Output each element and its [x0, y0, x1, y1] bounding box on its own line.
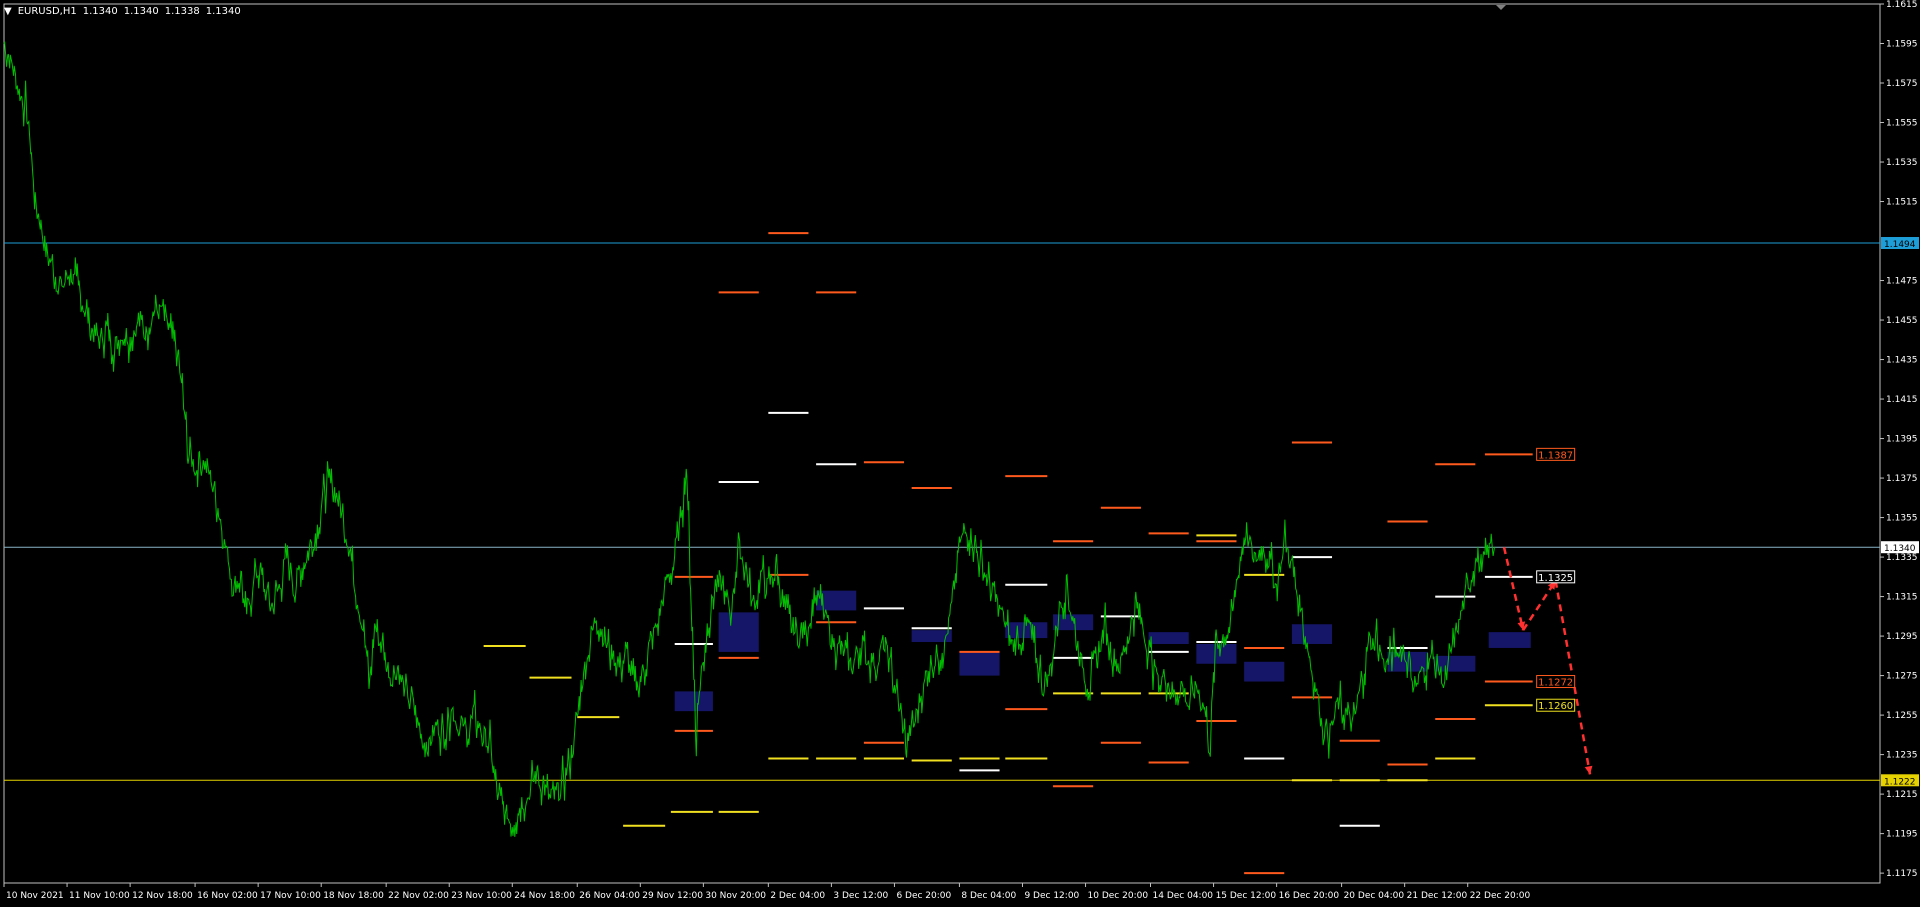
y-tick-label-10: 1.1395 — [1886, 435, 1918, 445]
zone-4 — [959, 651, 1000, 676]
resistance-price-tag-label: 1.1494 — [1884, 240, 1916, 250]
y-tick-label-16: 1.1275 — [1886, 672, 1918, 682]
plot-frame — [3, 3, 1881, 884]
level-label-1: 1.1325 — [1538, 573, 1573, 584]
dropdown-triangle-icon[interactable]: ▼ — [4, 6, 12, 17]
y-tick-label-5: 1.1515 — [1886, 198, 1918, 208]
ohlc-open: 1.1340 — [82, 6, 118, 17]
x-tick-label-8: 24 Nov 18:00 — [514, 891, 575, 901]
bid-price-tag-label: 1.1340 — [1884, 544, 1916, 554]
level-label-3: 1.1260 — [1538, 701, 1573, 712]
y-tick-label-11: 1.1375 — [1886, 474, 1918, 484]
y-tick-label-8: 1.1435 — [1886, 356, 1918, 366]
x-tick-label-19: 15 Dec 12:00 — [1216, 891, 1277, 901]
y-tick-label-7: 1.1455 — [1886, 316, 1918, 326]
y-tick-label-6: 1.1475 — [1886, 277, 1918, 287]
y-tick-label-15: 1.1295 — [1886, 632, 1918, 642]
y-tick-label-20: 1.1195 — [1886, 830, 1918, 840]
x-tick-label-12: 2 Dec 04:00 — [770, 891, 825, 901]
y-tick-label-17: 1.1255 — [1886, 711, 1918, 721]
x-tick-label-9: 26 Nov 04:00 — [579, 891, 640, 901]
zone-13 — [1488, 632, 1531, 648]
x-tick-label-18: 14 Dec 04:00 — [1153, 891, 1214, 901]
price-series-line — [3, 41, 1495, 837]
x-tick-label-5: 18 Nov 18:00 — [323, 891, 384, 901]
zone-9 — [1244, 661, 1285, 682]
y-tick-label-2: 1.1575 — [1886, 79, 1918, 89]
y-tick-label-18: 1.1235 — [1886, 751, 1918, 761]
x-tick-label-23: 22 Dec 20:00 — [1470, 891, 1531, 901]
y-tick-label-4: 1.1535 — [1886, 158, 1918, 168]
ohlc-close: 1.1340 — [205, 6, 241, 17]
level-label-0: 1.1387 — [1538, 450, 1573, 461]
y-tick-label-19: 1.1215 — [1886, 790, 1918, 800]
x-tick-label-17: 10 Dec 20:00 — [1088, 891, 1149, 901]
x-tick-label-0: 10 Nov 2021 — [6, 891, 64, 901]
y-tick-label-3: 1.1555 — [1886, 119, 1918, 129]
x-tick-label-6: 22 Nov 02:00 — [388, 891, 449, 901]
x-tick-label-11: 30 Nov 20:00 — [705, 891, 766, 901]
shift-marker-icon — [1496, 5, 1506, 10]
level-label-2: 1.1272 — [1538, 678, 1573, 689]
y-tick-label-1: 1.1595 — [1886, 40, 1918, 50]
x-tick-label-14: 6 Dec 20:00 — [896, 891, 951, 901]
y-tick-label-14: 1.1315 — [1886, 593, 1918, 603]
x-tick-label-13: 3 Dec 12:00 — [833, 891, 888, 901]
price-chart[interactable]: 1.1387 1.1325 1.1272 1.1260 1.1615 1.1595 1.15… — [0, 0, 1920, 907]
zone-7 — [1148, 632, 1189, 644]
x-tick-label-4: 17 Nov 10:00 — [260, 891, 321, 901]
support-price-tag-label: 1.1222 — [1884, 777, 1916, 787]
y-tick-label-21: 1.1175 — [1886, 869, 1918, 879]
y-tick-label-13: 1.1335 — [1886, 553, 1918, 563]
y-tick-label-12: 1.1355 — [1886, 514, 1918, 524]
x-tick-label-21: 20 Dec 04:00 — [1344, 891, 1405, 901]
forecast-arrow-1 — [1522, 580, 1557, 631]
chart-header: ▼ EURUSD,H1 1.1340 1.1340 1.1338 1.1340 — [4, 6, 247, 17]
x-tick-label-20: 16 Dec 20:00 — [1279, 891, 1340, 901]
zone-8 — [1196, 643, 1237, 664]
x-tick-label-15: 8 Dec 04:00 — [961, 891, 1016, 901]
forecast-arrow-0 — [1502, 546, 1525, 631]
zone-1 — [718, 612, 759, 652]
chart-window[interactable]: 1.1387 1.1325 1.1272 1.1260 1.1615 1.1595 1.15… — [0, 0, 1920, 907]
x-tick-label-3: 16 Nov 02:00 — [197, 891, 258, 901]
x-tick-label-10: 29 Nov 12:00 — [642, 891, 703, 901]
symbol-timeframe: EURUSD,H1 — [17, 6, 77, 17]
y-tick-label-0: 1.1615 — [1886, 0, 1918, 10]
x-tick-label-2: 12 Nov 18:00 — [132, 891, 193, 901]
zone-10 — [1291, 624, 1333, 644]
ohlc-high: 1.1340 — [123, 6, 159, 17]
x-tick-label-16: 9 Dec 12:00 — [1024, 891, 1079, 901]
ohlc-low: 1.1338 — [164, 6, 200, 17]
x-tick-label-7: 23 Nov 10:00 — [451, 891, 512, 901]
zone-0 — [674, 691, 713, 712]
x-tick-label-22: 21 Dec 12:00 — [1407, 891, 1468, 901]
y-tick-label-9: 1.1415 — [1886, 395, 1918, 405]
x-tick-label-1: 11 Nov 10:00 — [69, 891, 130, 901]
